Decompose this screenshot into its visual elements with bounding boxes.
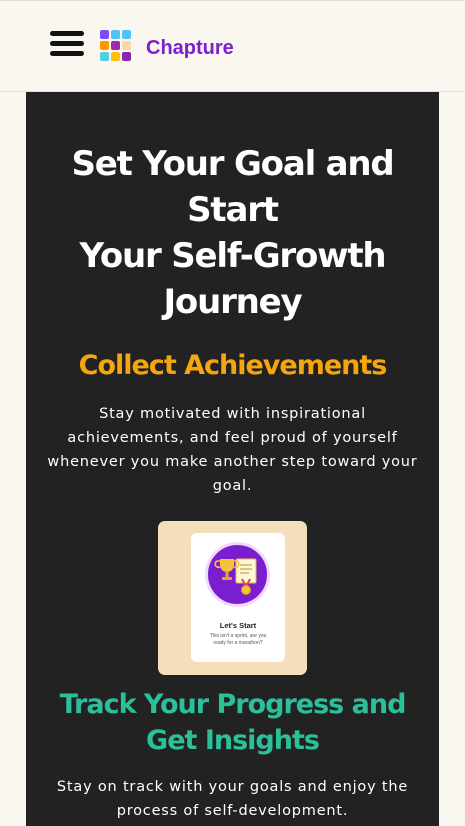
card-title: Let's Start — [219, 621, 257, 630]
progress-heading-line: Get Insights — [146, 725, 320, 756]
hero-title-line: Start — [187, 190, 279, 230]
hero-title: Set Your Goal and Start Your Self-Growth… — [26, 141, 439, 325]
logo-square — [111, 30, 120, 39]
logo-square — [111, 41, 120, 50]
progress-description: Stay on track with your goals and enjoy … — [56, 779, 409, 819]
logo-square — [100, 30, 109, 39]
progress-heading: Track Your Progress and Get Insights — [26, 687, 439, 759]
hero-title-line: Journey — [163, 282, 302, 322]
card-subtitle: This isn't a sprint, are you ready for a… — [209, 633, 267, 646]
logo-square — [122, 41, 131, 50]
brand-name[interactable]: Chapture — [146, 37, 234, 60]
logo-square — [111, 52, 120, 61]
achievements-description: Stay motivated with inspirational achiev… — [47, 406, 418, 494]
logo-square — [100, 52, 109, 61]
achievement-preview-card: Let's Start This isn't a sprint, are you… — [158, 521, 307, 675]
logo-square — [122, 52, 131, 61]
achievements-heading: Collect Achievements — [78, 350, 388, 381]
logo-square — [122, 30, 131, 39]
logo-square — [100, 41, 109, 50]
top-nav: Chapture — [0, 0, 465, 92]
chapture-logo-icon[interactable] — [100, 30, 131, 61]
hero-title-line: Set Your Goal and — [71, 144, 394, 184]
trophy-badge-icon — [205, 542, 270, 607]
hero-title-line: Your Self-Growth — [79, 236, 387, 276]
hero-panel: Set Your Goal and Start Your Self-Growth… — [26, 92, 439, 826]
hamburger-menu-icon[interactable] — [50, 31, 84, 57]
progress-heading-line: Track Your Progress and — [59, 689, 407, 720]
phone-screen-mockup: Let's Start This isn't a sprint, are you… — [191, 533, 285, 662]
